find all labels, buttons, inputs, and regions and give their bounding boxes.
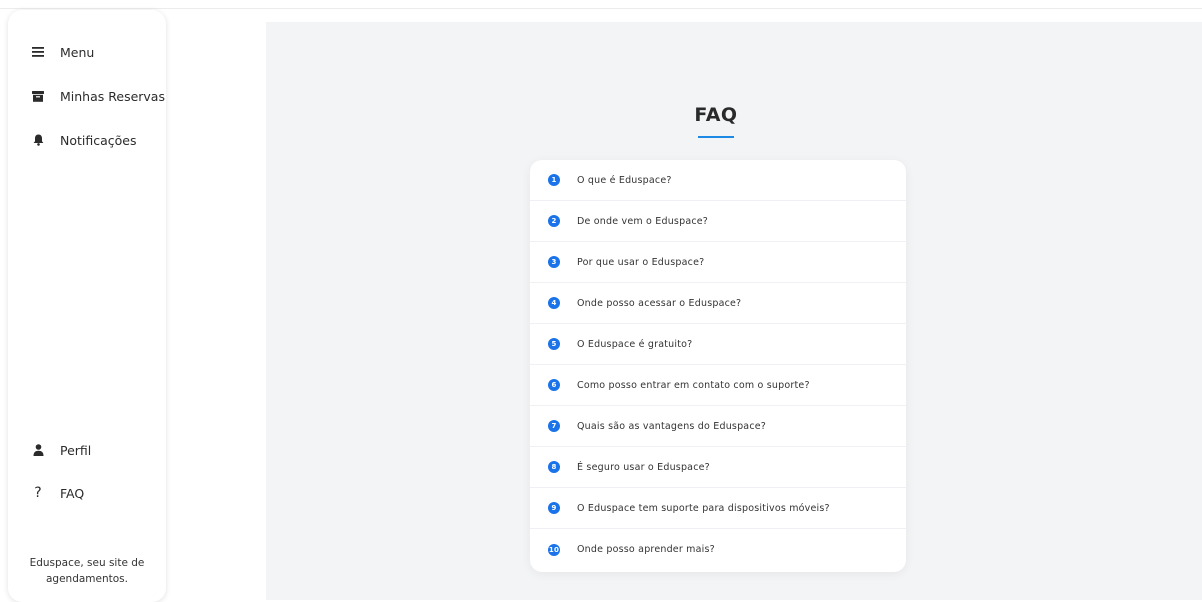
faq-item[interactable]: 6 Como posso entrar em contato com o sup…	[530, 365, 906, 406]
faq-question: Onde posso acessar o Eduspace?	[577, 297, 742, 309]
sidebar-item-label: Perfil	[60, 442, 92, 458]
sidebar-item-label: Notificações	[60, 132, 137, 148]
sidebar-item-minhas-reservas[interactable]: Minhas Reservas	[30, 88, 165, 104]
footer-line-1: Eduspace, seu site de	[29, 557, 145, 569]
faq-item[interactable]: 7 Quais são as vantagens do Eduspace?	[530, 406, 906, 447]
user-icon	[30, 442, 46, 458]
sidebar: Menu Minhas Reservas Notificações Perfil…	[8, 10, 166, 602]
faq-item[interactable]: 3 Por que usar o Eduspace?	[530, 242, 906, 283]
sidebar-item-notificacoes[interactable]: Notificações	[30, 132, 137, 148]
faq-question: O que é Eduspace?	[577, 174, 672, 186]
number-badge-icon: 1	[548, 174, 560, 186]
number-badge-icon: 5	[548, 338, 560, 350]
number-badge-icon: 6	[548, 379, 560, 391]
number-badge-icon: 10	[548, 543, 560, 556]
sidebar-item-menu[interactable]: Menu	[30, 44, 94, 60]
faq-item[interactable]: 5 O Eduspace é gratuito?	[530, 324, 906, 365]
main-content: FAQ 1 O que é Eduspace? 2 De onde vem o …	[266, 22, 1202, 600]
faq-item[interactable]: 1 O que é Eduspace?	[530, 160, 906, 201]
faq-question: De onde vem o Eduspace?	[577, 215, 709, 227]
faq-question: Como posso entrar em contato com o supor…	[577, 379, 810, 391]
hamburger-icon	[30, 44, 46, 60]
sidebar-item-label: FAQ	[60, 485, 85, 501]
title-underline	[698, 136, 734, 138]
faq-question: Quais são as vantagens do Eduspace?	[577, 420, 767, 432]
faq-list: 1 O que é Eduspace? 2 De onde vem o Edus…	[530, 160, 906, 572]
number-badge-icon: 2	[548, 215, 560, 227]
faq-item[interactable]: 10 Onde posso aprender mais?	[530, 529, 906, 570]
sidebar-item-faq[interactable]: ? FAQ	[30, 485, 84, 501]
number-badge-icon: 4	[548, 297, 560, 309]
page-title: FAQ	[694, 104, 738, 126]
faq-item[interactable]: 9 O Eduspace tem suporte para dispositiv…	[530, 488, 906, 529]
number-badge-icon: 8	[548, 461, 560, 473]
faq-question: O Eduspace é gratuito?	[577, 338, 693, 350]
number-badge-icon: 7	[548, 420, 560, 432]
sidebar-item-label: Menu	[60, 44, 95, 60]
sidebar-footer: Eduspace, seu site de agendamentos.	[8, 555, 166, 587]
footer-line-2: agendamentos.	[45, 573, 128, 585]
faq-question: Onde posso aprender mais?	[577, 544, 715, 555]
number-badge-icon: 9	[548, 502, 560, 514]
faq-item[interactable]: 4 Onde posso acessar o Eduspace?	[530, 283, 906, 324]
faq-question: O Eduspace tem suporte para dispositivos…	[577, 502, 830, 514]
faq-item[interactable]: 2 De onde vem o Eduspace?	[530, 201, 906, 242]
sidebar-item-label: Minhas Reservas	[60, 88, 165, 104]
faq-question: Por que usar o Eduspace?	[577, 256, 705, 268]
top-divider	[0, 8, 1202, 9]
question-icon: ?	[34, 485, 42, 501]
archive-icon	[30, 88, 46, 104]
faq-item[interactable]: 8 É seguro usar o Eduspace?	[530, 447, 906, 488]
number-badge-icon: 3	[548, 256, 560, 268]
faq-question: É seguro usar o Eduspace?	[577, 461, 710, 473]
bell-icon	[30, 132, 46, 148]
sidebar-item-perfil[interactable]: Perfil	[30, 442, 91, 458]
